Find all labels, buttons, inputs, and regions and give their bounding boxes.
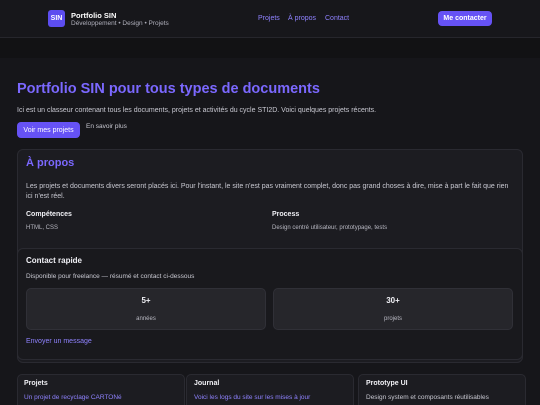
card-prototype-title: Prototype UI <box>366 380 408 387</box>
stat-value-projects: 30+ <box>386 296 400 305</box>
card-journal-link[interactable]: Voici les logs du site sur les mises à j… <box>194 394 310 401</box>
hero-subtitle: Ici est un classeur contenant tous les d… <box>17 107 377 114</box>
brand-tagline: Développement • Design • Projets <box>71 20 169 27</box>
card-projets-link[interactable]: Un projet de recyclage CARTONé <box>24 394 122 401</box>
stat-label-projects: projets <box>383 316 402 322</box>
quick-contact-title: Contact rapide <box>26 256 83 265</box>
process-value: Design centré utilisateur, prototypage, … <box>272 225 388 231</box>
about-title: À propos <box>26 157 75 169</box>
nav-link-projets[interactable]: Projets <box>258 15 280 22</box>
view-projects-button[interactable]: Voir mes projets <box>17 122 80 138</box>
card-prototype-text: Design system et composants réutilisable… <box>366 394 489 401</box>
quick-contact-subtitle: Disponible pour freelance — résumé et co… <box>26 273 195 280</box>
card-projets-title: Projets <box>24 380 48 387</box>
about-description: Les projets et documents divers seront p… <box>26 183 509 200</box>
process-heading: Process <box>272 211 300 218</box>
card-journal-title: Journal <box>194 380 220 387</box>
stat-box-projects <box>273 288 513 330</box>
logo-badge[interactable]: SIN <box>48 10 65 27</box>
stat-value-years: 5+ <box>141 296 151 305</box>
hero-title: Portfolio SIN pour tous types de documen… <box>17 81 320 97</box>
skills-value: HTML, CSS <box>26 225 59 231</box>
nav-link-a-propos[interactable]: À propos <box>288 15 316 22</box>
learn-more-link[interactable]: En savoir plus <box>86 123 127 130</box>
skills-heading: Compétences <box>26 211 72 218</box>
stat-box-years <box>26 288 266 330</box>
stat-label-years: années <box>136 316 156 322</box>
nav-link-contact[interactable]: Contact <box>325 15 349 22</box>
brand-name[interactable]: Portfolio SIN <box>71 11 116 20</box>
send-message-link[interactable]: Envoyer un message <box>26 338 92 345</box>
contact-me-button[interactable]: Me contacter <box>438 11 492 26</box>
